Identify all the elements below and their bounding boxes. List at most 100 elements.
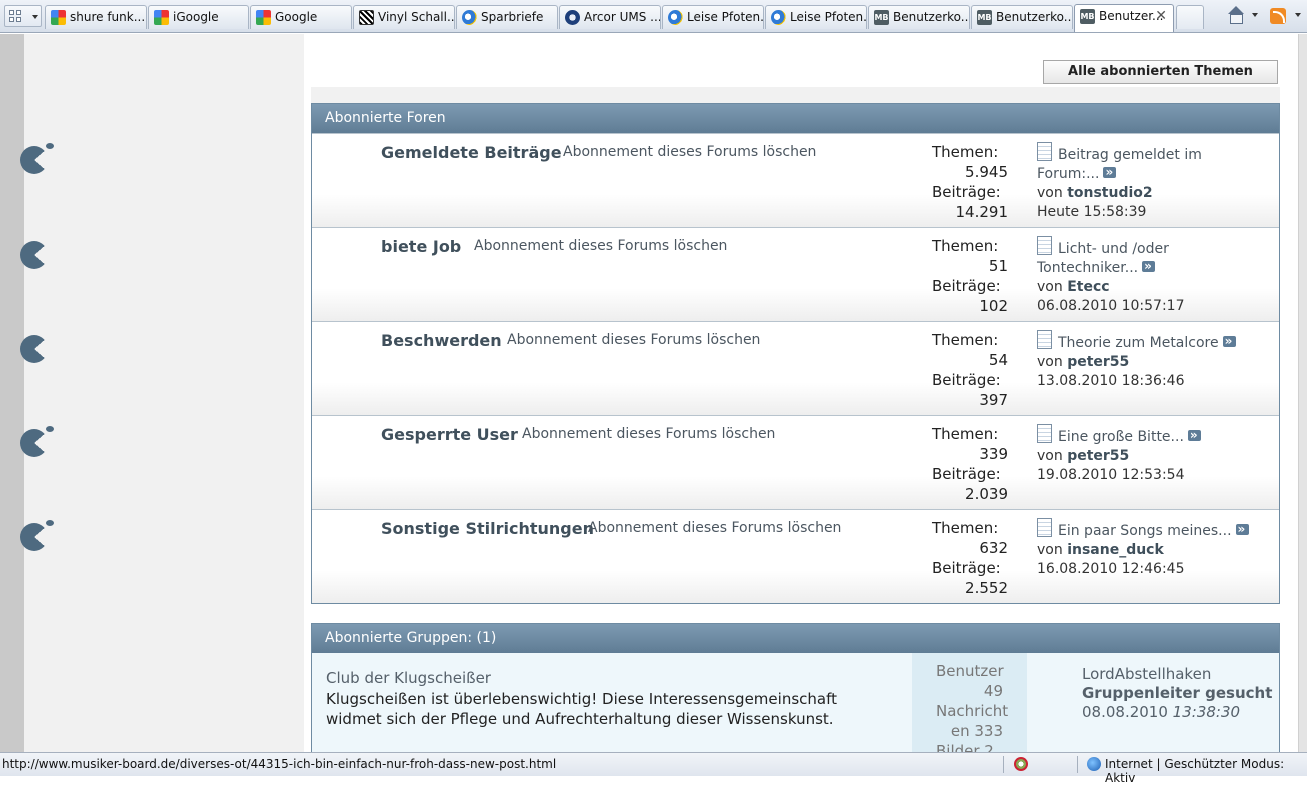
last-post-link[interactable]: Licht- und /oder <box>1058 241 1169 257</box>
unsubscribe-link[interactable]: Abonnement dieses Forums löschen <box>522 426 775 442</box>
last-post-link[interactable]: Ein paar Songs meines... <box>1058 523 1232 539</box>
show-all-subscribed-topics-button[interactable]: Alle abonnierten Themen anzeigen <box>1043 60 1278 101</box>
arcor-icon <box>565 10 580 25</box>
browser-tab[interactable]: MB Benutzerko... <box>971 5 1073 29</box>
last-post-link-continued[interactable]: Tontechniker... <box>1037 260 1138 276</box>
topics-label: Themen: <box>932 237 999 255</box>
close-icon[interactable]: ✕ <box>1155 8 1167 24</box>
left-rail <box>0 34 24 752</box>
goto-last-post-icon[interactable] <box>1142 257 1156 276</box>
goto-last-post-icon[interactable] <box>1103 163 1117 182</box>
forum-stats: Themen: 51 Beiträge: 102 <box>932 236 1008 316</box>
unsubscribe-link[interactable]: Abonnement dieses Forums löschen <box>474 238 727 254</box>
browser-tab[interactable]: iGoogle <box>148 5 249 29</box>
section-header: Abonnierte Foren <box>312 104 1279 133</box>
last-poster-link[interactable]: peter55 <box>1067 448 1129 464</box>
top-box: Alle abonnierten Themen anzeigen <box>311 34 1280 101</box>
last-post-date: Heute 15:58:39 <box>1037 204 1147 220</box>
unsubscribe-link[interactable]: Abonnement dieses Forums löschen <box>507 332 760 348</box>
ie-icon <box>771 10 786 25</box>
mb-icon: MB <box>1080 9 1095 24</box>
browser-tab[interactable]: Leise Pfoten... <box>662 5 764 29</box>
browser-tab[interactable]: Google <box>250 5 352 29</box>
ie-icon <box>462 10 477 25</box>
posts-label: Beiträge: <box>932 371 1001 389</box>
last-poster-link[interactable]: tonstudio2 <box>1067 185 1152 201</box>
chevron-down-icon <box>32 15 38 19</box>
last-post-link[interactable]: Beitrag gemeldet im <box>1058 147 1202 163</box>
browser-tab[interactable]: Vinyl Schall... <box>353 5 455 29</box>
browser-tab[interactable]: Leise Pfoten... <box>765 5 867 29</box>
last-poster-link[interactable]: insane_duck <box>1067 542 1164 558</box>
goto-last-post-icon[interactable] <box>1187 426 1201 445</box>
topics-count: 339 <box>979 445 1008 463</box>
tab-label: Arcor UMS ... <box>584 10 661 24</box>
mb-icon: MB <box>874 10 889 25</box>
last-post-link-continued[interactable]: Forum:... <box>1037 166 1099 182</box>
privacy-icon[interactable] <box>1014 757 1028 771</box>
security-zone[interactable]: Internet | Geschützter Modus: Aktiv <box>1105 757 1307 785</box>
pictures-label: Bilder 2 <box>936 742 994 752</box>
forum-stats: Themen: 632 Beiträge: 2.552 <box>932 518 1008 598</box>
topics-label: Themen: <box>932 331 999 349</box>
goto-last-post-icon[interactable] <box>1235 520 1249 539</box>
document-icon <box>1037 424 1052 443</box>
chevron-down-icon[interactable] <box>1295 13 1301 17</box>
forum-title-link[interactable]: biete Job <box>381 237 461 256</box>
forum-status-icon <box>20 143 54 174</box>
topics-label: Themen: <box>932 425 999 443</box>
group-time: 13:38:30 <box>1172 703 1241 721</box>
last-post: Eine große Bitte... von peter55 19.08.20… <box>1037 424 1272 485</box>
posts-count: 2.552 <box>965 579 1008 597</box>
browser-tab[interactable]: Sparbriefe <box>456 5 558 29</box>
document-icon <box>1037 142 1052 161</box>
last-post-link[interactable]: Theorie zum Metalcore <box>1058 335 1219 351</box>
tab-label: Benutzerko... <box>893 10 970 24</box>
last-poster-link[interactable]: peter55 <box>1067 354 1129 370</box>
by-label: von <box>1037 448 1063 464</box>
group-stats: Benutzer 49 Nachricht en 333 Bilder 2 <box>912 653 1027 752</box>
group-leader-note: Gruppenleiter gesucht <box>1082 684 1273 702</box>
group-name-link[interactable]: Club der Klugscheißer <box>326 669 491 687</box>
browser-tab-active[interactable]: MB Benutzer... ✕ <box>1074 4 1174 32</box>
forum-stats: Themen: 339 Beiträge: 2.039 <box>932 424 1008 504</box>
forum-title-link[interactable]: Sonstige Stilrichtungen <box>381 519 594 538</box>
members-label: Benutzer <box>936 662 1004 680</box>
browser-tab[interactable]: shure funk... <box>45 5 147 29</box>
browser-tab[interactable]: Arcor UMS ... <box>559 5 661 29</box>
quick-tabs-button[interactable] <box>4 5 42 27</box>
google-icon <box>154 10 169 25</box>
posts-count: 14.291 <box>955 203 1009 221</box>
status-divider <box>1003 756 1004 773</box>
topics-count: 54 <box>988 351 1008 369</box>
new-tab-button[interactable] <box>1176 5 1204 29</box>
feed-icon[interactable] <box>1270 8 1286 24</box>
browser-tab[interactable]: MB Benutzerko... <box>868 5 970 29</box>
goto-last-post-icon[interactable] <box>1222 332 1236 351</box>
unsubscribe-link[interactable]: Abonnement dieses Forums löschen <box>563 144 816 160</box>
last-poster-link[interactable]: Etecc <box>1067 279 1109 295</box>
tab-label: Vinyl Schall... <box>378 10 455 24</box>
members-count: 49 <box>983 682 1003 700</box>
home-icon[interactable] <box>1226 6 1244 26</box>
google-icon <box>256 10 271 25</box>
by-label: von <box>1037 185 1063 201</box>
posts-label: Beiträge: <box>932 559 1001 577</box>
by-label: von <box>1037 542 1063 558</box>
forum-title-link[interactable]: Beschwerden <box>381 331 502 350</box>
chevron-down-icon[interactable] <box>1252 13 1258 17</box>
posts-count: 397 <box>979 391 1008 409</box>
tab-label: Google <box>275 10 318 24</box>
group-leader: LordAbstellhaken Gruppenleiter gesucht 0… <box>1082 665 1272 722</box>
forum-title-link[interactable]: Gesperrte User <box>381 425 518 444</box>
document-icon <box>1037 518 1052 537</box>
messages-count: en 333 <box>950 722 1003 740</box>
unsubscribe-link[interactable]: Abonnement dieses Forums löschen <box>588 520 841 536</box>
forum-title-link[interactable]: Gemeldete Beiträge <box>381 143 562 162</box>
forum-row: Gemeldete Beiträge Abonnement dieses For… <box>312 133 1279 227</box>
browser-tab-bar: shure funk... iGoogle Google Vinyl Schal… <box>0 0 1307 33</box>
posts-count: 2.039 <box>965 485 1008 503</box>
forum-status-icon <box>20 520 54 551</box>
last-post-link[interactable]: Eine große Bitte... <box>1058 429 1184 445</box>
topics-count: 5.945 <box>965 163 1008 181</box>
